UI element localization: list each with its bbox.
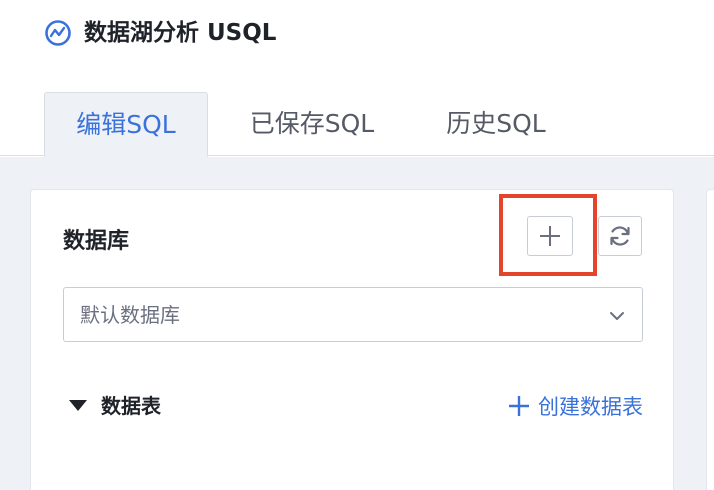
chevron-down-icon: [610, 312, 624, 320]
tab-edit-sql[interactable]: 编辑SQL: [44, 92, 208, 157]
tab-history-sql[interactable]: 历史SQL: [418, 92, 574, 156]
analytics-chart-icon: [45, 20, 71, 46]
database-select-value: 默认数据库: [80, 303, 180, 327]
plus-icon: [509, 396, 529, 416]
highlight-annotation: [499, 194, 597, 276]
database-panel: 数据库 默认数据库 数据表 创建数据表: [30, 189, 674, 490]
app-header: 数据湖分析 USQL: [0, 0, 714, 92]
tab-bar: 编辑SQL 已保存SQL 历史SQL: [0, 92, 714, 157]
caret-down-icon[interactable]: [69, 400, 87, 412]
main-content: 数据库 默认数据库 数据表 创建数据表: [0, 157, 714, 490]
refresh-icon: [610, 226, 630, 246]
tab-saved-sql[interactable]: 已保存SQL: [222, 92, 402, 156]
tables-label[interactable]: 数据表: [101, 388, 161, 424]
right-panel: [706, 189, 714, 490]
database-title: 数据库: [63, 229, 130, 254]
tables-section-header: 数据表 创建数据表: [63, 388, 643, 424]
database-select[interactable]: 默认数据库: [63, 287, 643, 342]
refresh-button[interactable]: [598, 216, 642, 256]
create-table-label: 创建数据表: [538, 395, 643, 419]
app-title: 数据湖分析 USQL: [84, 20, 277, 46]
create-table-link[interactable]: 创建数据表: [508, 388, 643, 424]
